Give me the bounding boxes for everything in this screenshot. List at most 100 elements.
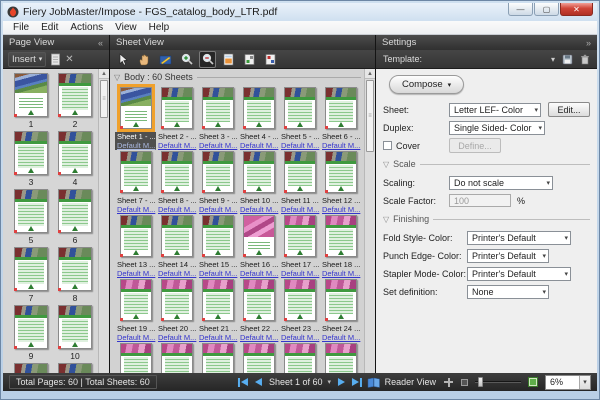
sheet-nav-dropdown-icon[interactable]: ▾ xyxy=(328,378,332,386)
sheet-thumbnail-cell[interactable]: Sheet 15 ...Default M... xyxy=(197,215,238,279)
finishing-section-header[interactable]: ▽ Finishing xyxy=(383,211,590,227)
media-mapping-link[interactable]: Default M... xyxy=(199,205,238,214)
media-mapping-link[interactable]: Default M... xyxy=(281,333,320,342)
menu-item-edit[interactable]: Edit xyxy=(35,22,64,33)
actual-size-icon[interactable] xyxy=(461,379,468,386)
page-thumbnail-cell[interactable]: 4 xyxy=(53,131,97,189)
last-sheet-button[interactable] xyxy=(352,378,362,387)
sheet-thumbnail-cell[interactable]: Sheet 11 ...Default M... xyxy=(279,151,320,215)
sheet-thumbnail-cell[interactable]: Sheet 22 ...Default M... xyxy=(238,279,279,343)
fit-window-icon[interactable] xyxy=(528,377,538,387)
sheet-thumbnail-cell[interactable]: Sheet 23 ...Default M... xyxy=(279,279,320,343)
media-mapping-link[interactable]: Default M... xyxy=(117,205,156,214)
sheet-thumbnail-cell[interactable]: Sheet 12 ...Default M... xyxy=(320,151,361,215)
scale-section-header[interactable]: ▽ Scale xyxy=(383,156,590,172)
sheet-thumbnail-cell[interactable]: Sheet 9 - ...Default M... xyxy=(197,151,238,215)
page-thumbnail-cell[interactable]: 1 xyxy=(9,73,53,131)
page-thumbnail-cell[interactable]: 2 xyxy=(53,73,97,131)
front-view-toggle-icon[interactable] xyxy=(241,51,258,68)
collapse-group-icon[interactable]: ▽ xyxy=(114,73,120,82)
pointer-tool-icon[interactable] xyxy=(115,51,132,68)
compose-button[interactable]: Compose▾ xyxy=(389,75,464,94)
menu-item-actions[interactable]: Actions xyxy=(64,22,109,33)
sheet-thumbnail-cell[interactable]: Sheet 20 ...Default M... xyxy=(156,279,197,343)
page-thumbnail-cell[interactable]: 3 xyxy=(9,131,53,189)
fit-page-icon[interactable] xyxy=(443,377,454,388)
sheet-thumbnail-cell[interactable]: Sheet 7 - ...Default M... xyxy=(115,151,156,215)
page-thumbnail-cell[interactable]: 8 xyxy=(53,247,97,305)
sheet-thumbnail-cell[interactable]: Sheet 2 - ...Default M... xyxy=(156,87,197,151)
page-content-icon[interactable] xyxy=(220,51,237,68)
sheet-thumbnail-cell[interactable]: Sheet 16 ...Default M... xyxy=(238,215,279,279)
sheet-select[interactable]: Letter LEF- Color▾ xyxy=(449,103,541,117)
media-mapping-link[interactable]: Default M... xyxy=(281,269,320,278)
media-mapping-link[interactable]: Default M... xyxy=(117,333,156,342)
delete-page-icon[interactable]: ✕ xyxy=(65,54,73,65)
page-thumbnail-cell[interactable]: 12 xyxy=(53,363,97,373)
media-mapping-link[interactable]: Default M... xyxy=(322,269,361,278)
media-mapping-link[interactable]: Default M... xyxy=(322,141,361,150)
sheet-view-scrollbar[interactable]: ▲ ≡ xyxy=(364,69,375,373)
media-mapping-link[interactable]: Default M... xyxy=(281,205,320,214)
template-dropdown-icon[interactable]: ▾ xyxy=(551,55,555,64)
zoom-slider-thumb[interactable] xyxy=(478,377,483,387)
next-sheet-button[interactable] xyxy=(338,378,345,386)
sheet-thumbnail-cell[interactable] xyxy=(115,343,156,373)
zoom-in-tool-icon[interactable] xyxy=(178,51,195,68)
duplex-select[interactable]: Single Sided- Color▾ xyxy=(449,121,545,135)
back-view-toggle-icon[interactable] xyxy=(262,51,279,68)
media-mapping-link[interactable]: Default M... xyxy=(322,333,361,342)
stapler-mode-select[interactable]: Printer's Default▾ xyxy=(467,267,571,281)
sheet-thumbnail-cell[interactable] xyxy=(197,343,238,373)
pan-tool-icon[interactable] xyxy=(136,51,153,68)
first-sheet-button[interactable] xyxy=(238,378,248,387)
cover-checkbox[interactable] xyxy=(383,141,392,150)
sheet-thumbnail-cell[interactable]: Sheet 13 ...Default M... xyxy=(115,215,156,279)
zoom-slider[interactable] xyxy=(475,377,521,387)
sheet-thumbnail-cell[interactable] xyxy=(156,343,197,373)
sheet-thumbnail-cell[interactable]: Sheet 19 ...Default M... xyxy=(115,279,156,343)
punch-edge-select[interactable]: Printer's Default▾ xyxy=(467,249,549,263)
close-button[interactable]: ✕ xyxy=(560,3,593,16)
media-mapping-link[interactable]: Default M... xyxy=(158,141,197,150)
delete-template-icon[interactable] xyxy=(580,54,590,65)
sheet-thumbnail-cell[interactable]: Sheet 5 - ...Default M... xyxy=(279,87,320,151)
scroll-up-icon[interactable]: ▲ xyxy=(99,69,109,79)
media-mapping-link[interactable]: Default M... xyxy=(117,269,156,278)
page-view-scrollbar[interactable]: ▲ ≡ xyxy=(98,69,109,373)
media-mapping-link[interactable]: Default M... xyxy=(240,269,279,278)
title-bar[interactable]: Fiery JobMaster/Impose - FGS_catalog_bod… xyxy=(3,3,597,21)
collapse-panel-icon[interactable]: « xyxy=(98,38,103,48)
media-mapping-link[interactable]: Default M... xyxy=(158,333,197,342)
edit-sheet-button[interactable]: Edit... xyxy=(548,102,590,117)
previous-sheet-button[interactable] xyxy=(255,378,262,386)
menu-item-file[interactable]: File xyxy=(7,22,35,33)
menu-item-help[interactable]: Help xyxy=(143,22,176,33)
menu-item-view[interactable]: View xyxy=(109,22,143,33)
sheet-group-header[interactable]: ▽ Body : 60 Sheets xyxy=(114,72,361,82)
media-mapping-link[interactable]: Default M... xyxy=(199,141,238,150)
media-mapping-link[interactable]: Default M... xyxy=(240,141,279,150)
media-mapping-link[interactable]: Default M... xyxy=(240,333,279,342)
page-thumbnail-cell[interactable]: 9 xyxy=(9,305,53,363)
measure-tool-icon[interactable] xyxy=(157,51,174,68)
page-thumbnail-cell[interactable]: 6 xyxy=(53,189,97,247)
save-template-icon[interactable] xyxy=(562,54,573,65)
duplicate-page-icon[interactable] xyxy=(50,53,61,66)
media-mapping-link[interactable]: Default M... xyxy=(281,141,320,150)
insert-dropdown-button[interactable]: Insert▾ xyxy=(8,52,46,67)
media-mapping-link[interactable]: Default M... xyxy=(240,205,279,214)
fold-style-select[interactable]: Printer's Default▾ xyxy=(467,231,571,245)
expand-panel-icon[interactable]: » xyxy=(586,38,591,48)
sheet-thumbnail-cell[interactable]: Sheet 4 - ...Default M... xyxy=(238,87,279,151)
media-mapping-link[interactable]: Default M... xyxy=(117,141,156,150)
scroll-up-icon[interactable]: ▲ xyxy=(365,69,375,79)
page-thumbnail-cell[interactable]: 10 xyxy=(53,305,97,363)
zoom-level-select[interactable]: 6% ▾ xyxy=(545,375,591,390)
scrollbar-thumb[interactable]: ≡ xyxy=(366,80,374,152)
media-mapping-link[interactable]: Default M... xyxy=(199,269,238,278)
page-thumbnail-cell[interactable]: 5 xyxy=(9,189,53,247)
media-mapping-link[interactable]: Default M... xyxy=(199,333,238,342)
maximize-button[interactable]: ▢ xyxy=(534,3,559,16)
sheet-thumbnail-cell[interactable]: Sheet 8 - ...Default M... xyxy=(156,151,197,215)
